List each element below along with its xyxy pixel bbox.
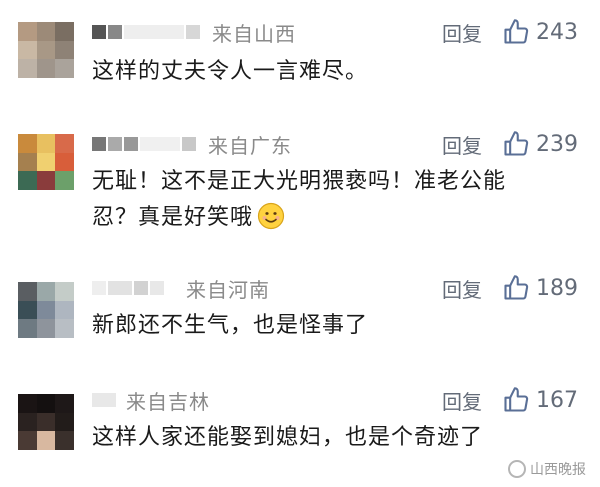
comment-meta: 来自河南 — [92, 272, 270, 304]
comment-text: 无耻！这不是正大光明猥亵吗！准老公能 忍？真是好笑哦 — [92, 164, 572, 236]
thumbs-up-icon — [502, 274, 530, 302]
username-blurred[interactable] — [92, 384, 116, 416]
like-count: 243 — [536, 19, 578, 45]
comment-item: 来自河南 回复 189 新郎还不生气，也是怪事了 — [0, 272, 600, 352]
comment-item: 来自山西 回复 243 这样的丈夫令人一言难尽。 — [0, 16, 600, 96]
comment-actions: 回复 243 — [442, 16, 578, 48]
like-count: 167 — [536, 387, 578, 413]
username-blurred[interactable] — [92, 16, 200, 48]
like-button[interactable]: 239 — [502, 130, 578, 158]
reply-button[interactable]: 回复 — [442, 386, 502, 415]
comment-actions: 回复 167 — [442, 384, 578, 416]
avatar[interactable] — [18, 394, 74, 450]
watermark-logo-icon — [508, 460, 526, 478]
comment-actions: 回复 239 — [442, 128, 578, 160]
comment-text-fragment: 忍？真是好笑哦 — [92, 205, 254, 230]
like-button[interactable]: 167 — [502, 386, 578, 414]
thumbs-up-icon — [502, 130, 530, 158]
smiling-face-icon — [257, 202, 285, 230]
thumbs-up-icon — [502, 18, 530, 46]
reply-button[interactable]: 回复 — [442, 18, 502, 47]
comment-location: 来自河南 — [186, 277, 270, 302]
like-count: 189 — [536, 275, 578, 301]
comment-location: 来自山西 — [212, 21, 296, 46]
comment-text: 这样人家还能娶到媳妇，也是个奇迹了 — [92, 425, 484, 450]
reply-button[interactable]: 回复 — [442, 274, 502, 303]
avatar[interactable] — [18, 134, 74, 190]
like-button[interactable]: 243 — [502, 18, 578, 46]
watermark-text: 山西晚报 — [530, 462, 586, 478]
avatar[interactable] — [18, 22, 74, 78]
comment-location: 来自吉林 — [126, 389, 210, 414]
like-count: 239 — [536, 131, 578, 157]
thumbs-up-icon — [502, 386, 530, 414]
comment-meta: 来自吉林 — [92, 384, 210, 416]
comment-item: 来自广东 回复 239 无耻！这不是正大光明猥亵吗！准老公能 忍？真是好笑哦 — [0, 128, 600, 238]
comment-location: 来自广东 — [208, 133, 292, 158]
username-blurred[interactable] — [92, 272, 164, 304]
like-button[interactable]: 189 — [502, 274, 578, 302]
watermark: 山西晚报 — [508, 459, 586, 479]
reply-button[interactable]: 回复 — [442, 130, 502, 159]
comment-text-line: 无耻！这不是正大光明猥亵吗！准老公能 — [92, 169, 507, 194]
comment-text-line: 忍？真是好笑哦 — [92, 200, 572, 236]
comment-actions: 回复 189 — [442, 272, 578, 304]
username-blurred[interactable] — [92, 128, 196, 160]
comment-text: 新郎还不生气，也是怪事了 — [92, 313, 369, 338]
comment-text: 这样的丈夫令人一言难尽。 — [92, 59, 369, 84]
comment-item: 来自吉林 回复 167 这样人家还能娶到媳妇，也是个奇迹了 — [0, 384, 600, 464]
avatar[interactable] — [18, 282, 74, 338]
comment-meta: 来自山西 — [92, 16, 296, 48]
comment-meta: 来自广东 — [92, 128, 292, 160]
